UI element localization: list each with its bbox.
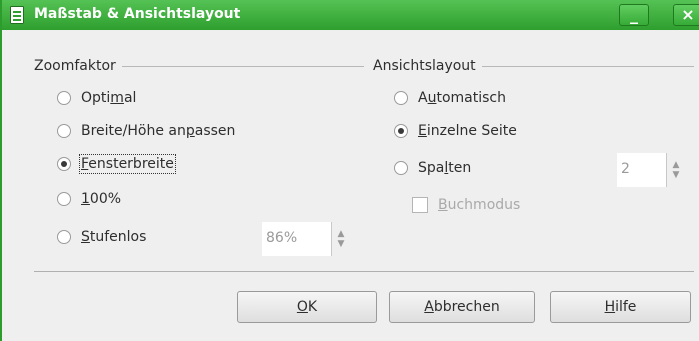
layout-automatic-option[interactable]: Automatisch	[394, 90, 506, 106]
zoom-dialog-window: Maßstab & Ansichtslayout _ × Zoomfaktor …	[0, 0, 699, 341]
variable-zoom-spinbox[interactable]: 86% ▲ ▼	[262, 222, 350, 256]
spin-up-icon[interactable]: ▲	[338, 229, 345, 239]
automatic-label: Automatisch	[418, 90, 506, 106]
columns-spinbox[interactable]: 2 ▲ ▼	[617, 153, 685, 187]
variable-zoom-field[interactable]: 86%	[262, 222, 332, 256]
variable-label: Stufenlos	[81, 229, 147, 245]
spin-up-icon[interactable]: ▲	[673, 160, 680, 170]
dialog-content: Zoomfaktor Optimal Breite/Höhe anpassen …	[4, 30, 699, 341]
zoom-factor-heading: Zoomfaktor	[34, 58, 364, 74]
columns-label: Spalten	[418, 160, 472, 176]
zoom-100-label: 100%	[81, 191, 122, 207]
help-button[interactable]: Hilfe	[550, 291, 691, 323]
view-layout-heading: Ansichtslayout	[373, 58, 694, 74]
optimal-label: Optimal	[81, 90, 137, 106]
optimal-radio[interactable]	[57, 91, 71, 105]
window-title: Maßstab & Ansichtslayout	[34, 6, 241, 22]
minimize-icon: _	[630, 5, 638, 24]
spin-down-icon[interactable]: ▼	[673, 170, 680, 180]
zoom-fit-width-height-option[interactable]: Breite/Höhe anpassen	[57, 123, 235, 139]
minimize-button[interactable]: _	[619, 4, 649, 26]
fit-width-radio[interactable]	[57, 157, 71, 171]
zoom-factor-label: Zoomfaktor	[34, 58, 122, 74]
variable-zoom-stepper[interactable]: ▲ ▼	[332, 222, 350, 256]
zoom-100-option[interactable]: 100%	[57, 191, 121, 207]
cancel-button[interactable]: Abbrechen	[389, 291, 535, 323]
layout-single-page-option[interactable]: Einzelne Seite	[394, 123, 517, 139]
fit-width-height-label: Breite/Höhe anpassen	[81, 123, 236, 139]
book-mode-checkbox[interactable]	[412, 197, 428, 213]
document-icon	[10, 6, 24, 24]
variable-radio[interactable]	[57, 230, 71, 244]
spin-down-icon[interactable]: ▼	[338, 239, 345, 249]
columns-radio[interactable]	[394, 161, 408, 175]
single-page-radio[interactable]	[394, 124, 408, 138]
button-separator	[34, 271, 694, 272]
columns-field[interactable]: 2	[617, 153, 667, 187]
book-mode-option[interactable]: Buchmodus	[412, 197, 520, 213]
zoom-100-radio[interactable]	[57, 192, 71, 206]
fit-width-label: Fensterbreite	[79, 154, 176, 174]
zoom-optimal-option[interactable]: Optimal	[57, 90, 136, 106]
close-button[interactable]: ×	[673, 4, 699, 26]
layout-columns-option[interactable]: Spalten	[394, 160, 471, 176]
columns-stepper[interactable]: ▲ ▼	[667, 153, 685, 187]
zoom-variable-option[interactable]: Stufenlos	[57, 229, 146, 245]
automatic-radio[interactable]	[394, 91, 408, 105]
close-icon: ×	[681, 5, 695, 24]
book-mode-label: Buchmodus	[438, 197, 521, 213]
layout-heading-divider	[481, 65, 694, 67]
view-layout-label: Ansichtslayout	[373, 58, 482, 74]
single-page-label: Einzelne Seite	[418, 123, 517, 139]
zoom-heading-divider	[121, 65, 364, 67]
ok-button[interactable]: OK	[237, 291, 377, 323]
fit-width-height-radio[interactable]	[57, 124, 71, 138]
zoom-fit-width-option[interactable]: Fensterbreite	[57, 154, 176, 174]
title-bar[interactable]: Maßstab & Ansichtslayout _ ×	[2, 0, 699, 30]
